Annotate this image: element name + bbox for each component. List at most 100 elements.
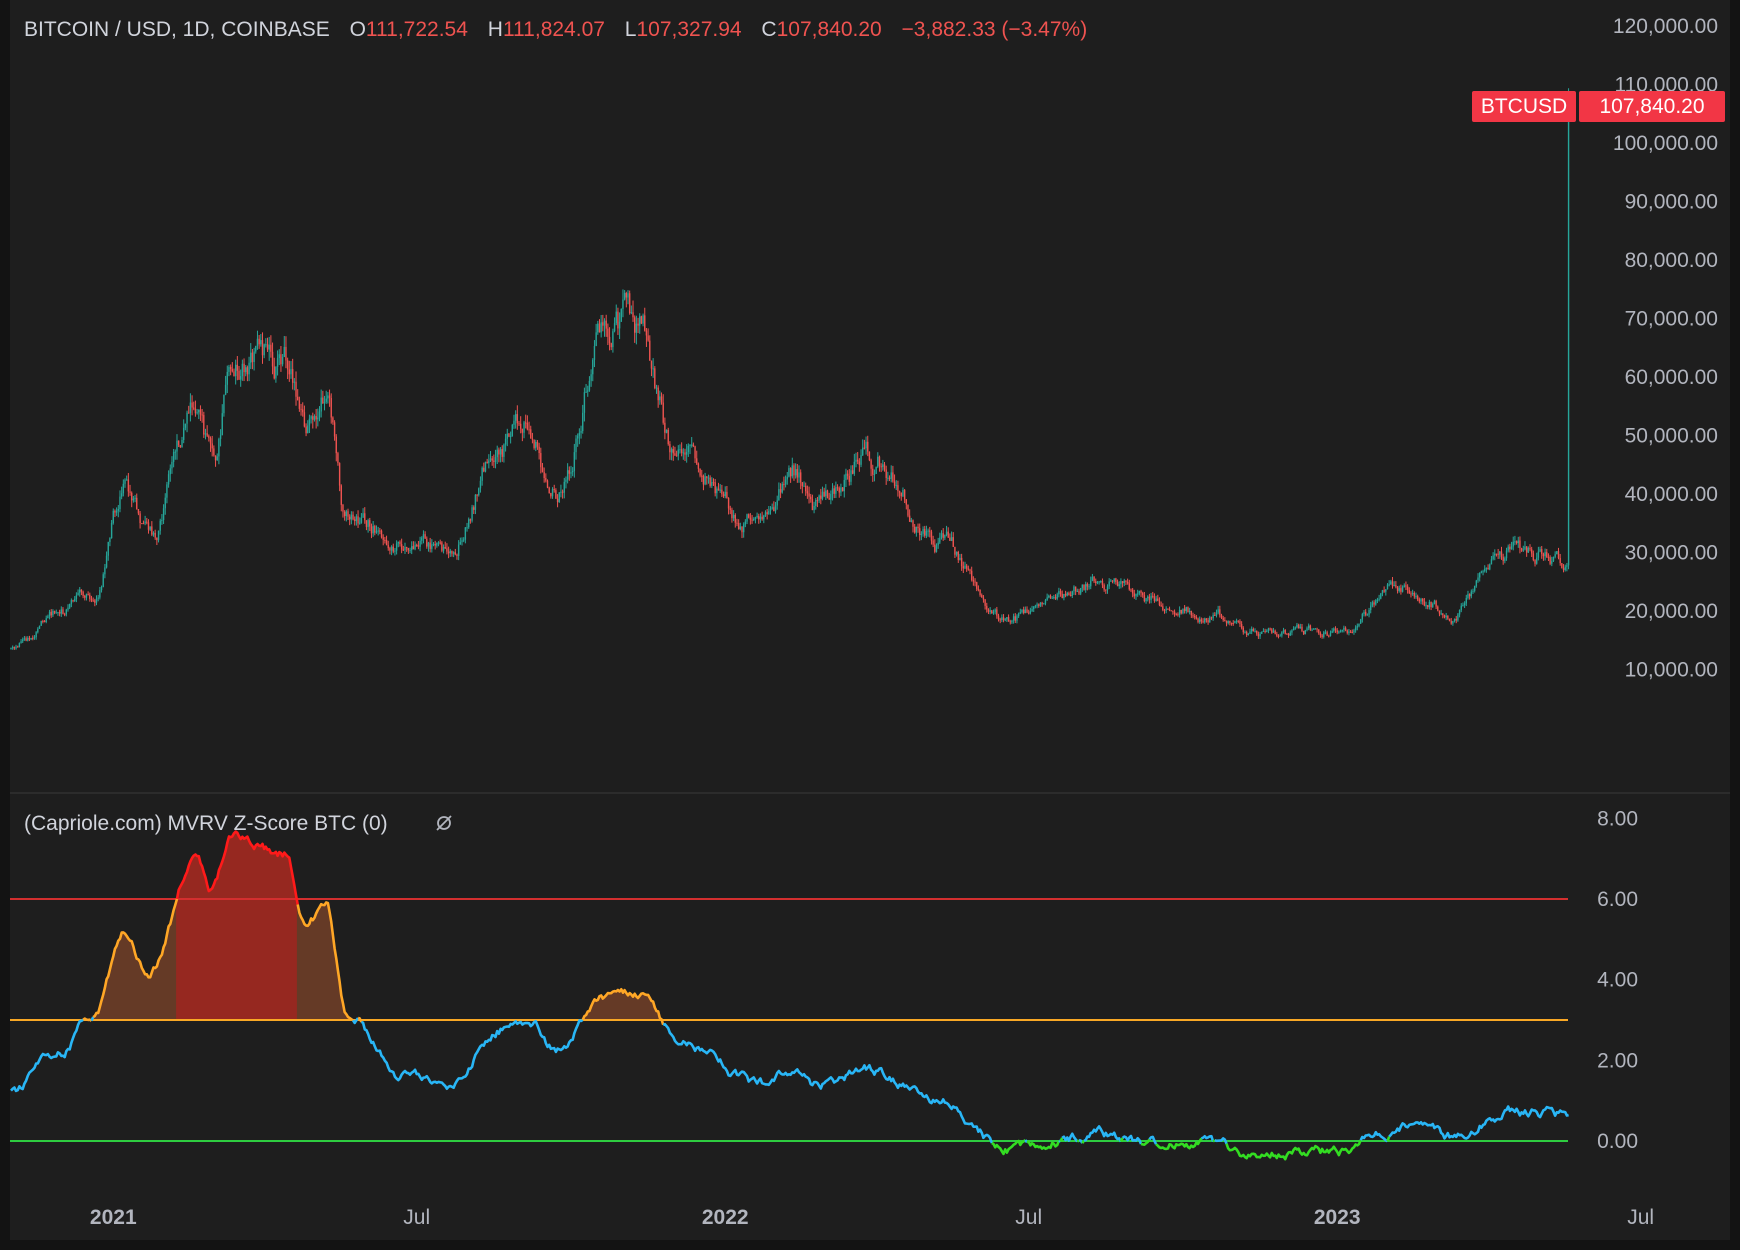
candle-body — [613, 323, 616, 332]
candle-body — [783, 483, 785, 485]
candle-body — [499, 449, 502, 455]
candle-body — [191, 402, 193, 408]
candle-body — [976, 582, 978, 589]
candle-body — [724, 491, 726, 497]
candle-body — [1245, 631, 1248, 636]
candle-body — [786, 476, 788, 480]
candle-body — [1465, 597, 1467, 604]
candle-body — [1143, 595, 1146, 602]
candle-body — [563, 481, 565, 493]
candle-body — [825, 490, 827, 497]
candle-body — [960, 557, 963, 567]
candle-body — [375, 531, 378, 533]
candle-body — [1011, 620, 1013, 623]
candle-body — [1428, 601, 1431, 608]
candle-body — [660, 396, 663, 403]
candle-body — [382, 537, 384, 540]
candle-body — [754, 517, 757, 519]
candle-body — [149, 526, 151, 530]
candle-body — [924, 528, 926, 536]
candle-body — [1361, 613, 1364, 620]
candle-body — [1292, 628, 1295, 631]
candle-body — [536, 441, 539, 447]
candle-body — [72, 600, 74, 602]
candle-body — [342, 504, 344, 512]
candle-body — [302, 409, 304, 413]
candle-body — [1049, 595, 1052, 599]
candle-body — [1237, 620, 1239, 622]
candle-body — [1252, 628, 1255, 632]
candle-body — [1204, 618, 1206, 623]
candle-body — [214, 455, 217, 461]
candle-body — [1036, 604, 1038, 606]
candle-body — [189, 402, 192, 413]
candle-body — [171, 461, 173, 469]
candle-body — [310, 416, 312, 419]
candle-body — [900, 492, 902, 497]
candle-body — [687, 445, 690, 453]
candle-body — [996, 609, 998, 616]
candle-body — [486, 461, 488, 464]
candle-body — [1242, 627, 1245, 633]
candle-body — [1167, 608, 1169, 610]
candle-body — [1222, 617, 1224, 621]
candle-body — [846, 473, 849, 476]
candle-body — [699, 468, 701, 476]
candle-body — [910, 520, 913, 522]
candle-body — [1487, 567, 1489, 570]
candle-body — [820, 495, 822, 499]
candle-body — [506, 433, 508, 439]
candle-body — [291, 369, 294, 383]
candle-body — [1353, 630, 1355, 633]
candle-body — [251, 352, 254, 363]
candle-body — [726, 491, 728, 499]
candle-body — [174, 451, 177, 453]
candle-body — [714, 482, 716, 494]
candle-body — [374, 526, 376, 533]
candle-body — [607, 328, 609, 337]
candle-body — [1517, 540, 1519, 544]
candle-body — [1484, 568, 1486, 572]
candle-body — [1157, 598, 1159, 601]
candle-body — [1319, 633, 1322, 636]
candle-body — [100, 587, 103, 591]
candle-body — [79, 589, 81, 593]
candle-body — [288, 369, 291, 375]
candle-body — [1022, 609, 1025, 614]
chart-header: BITCOIN / USD, 1D, COINBASE O111,722.54 … — [24, 18, 1087, 41]
candle-body — [144, 521, 146, 524]
candle-body — [340, 485, 342, 505]
candle-body — [934, 544, 936, 552]
candle-body — [1401, 587, 1404, 592]
candle-body — [919, 528, 921, 535]
candle-body — [1333, 628, 1335, 631]
candle-body — [969, 569, 971, 571]
symbol-title: BITCOIN / USD, 1D, COINBASE — [24, 18, 330, 41]
candle-body — [193, 407, 195, 409]
candle-body — [364, 513, 366, 521]
candle-body — [528, 429, 530, 431]
high-value: 111,824.07 — [503, 18, 605, 41]
candle-body — [280, 354, 282, 365]
candle-body — [1029, 611, 1032, 614]
candle-body — [1390, 581, 1392, 585]
candle-body — [312, 416, 314, 420]
candle-body — [1472, 590, 1474, 592]
candle-body — [1093, 576, 1095, 582]
candle-body — [379, 530, 381, 532]
candle-body — [394, 550, 396, 552]
candle-body — [1393, 585, 1395, 587]
candle-body — [241, 363, 244, 377]
candle-body — [1341, 629, 1343, 632]
candle-body — [131, 492, 133, 501]
candle-body — [243, 363, 245, 373]
chart-background — [10, 0, 1730, 1240]
candle-body — [436, 543, 438, 546]
candle-body — [1309, 625, 1312, 630]
candle-body — [142, 523, 145, 525]
candle-body — [1100, 580, 1102, 582]
candle-body — [1314, 628, 1317, 630]
candle-body — [1111, 580, 1114, 582]
candle-body — [1250, 628, 1253, 632]
candle-body — [357, 516, 359, 524]
